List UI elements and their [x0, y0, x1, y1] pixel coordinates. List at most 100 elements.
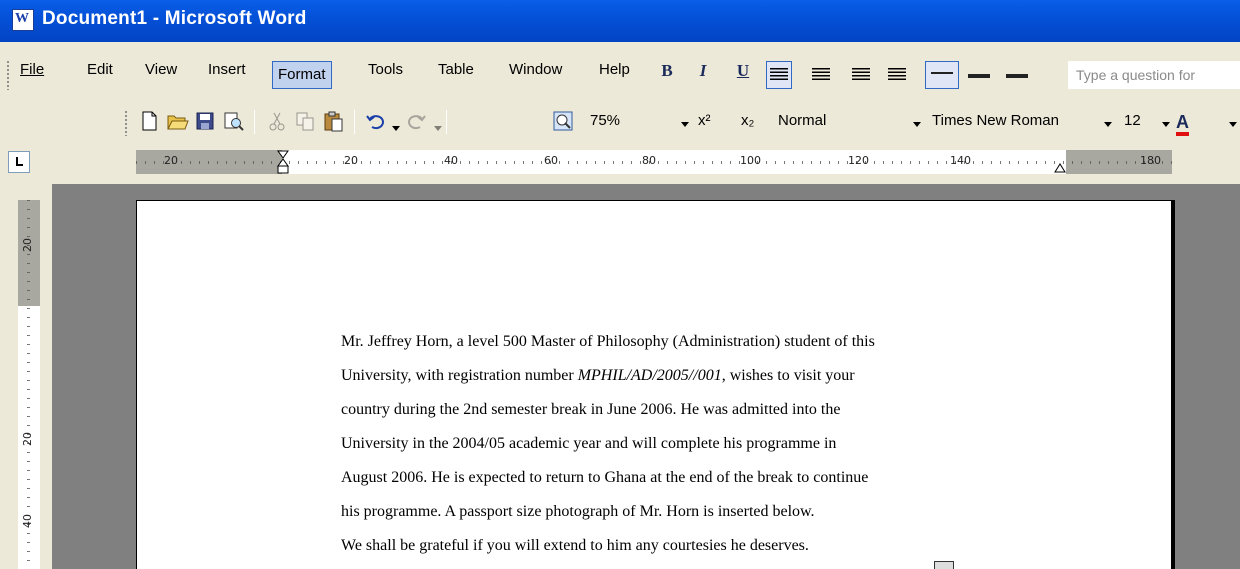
- menu-table[interactable]: Table: [433, 61, 479, 89]
- align-right-icon[interactable]: [852, 68, 870, 82]
- font-color-button[interactable]: A: [1176, 112, 1189, 136]
- save-button[interactable]: [192, 107, 218, 135]
- font-color-dropdown-icon[interactable]: [1229, 122, 1237, 127]
- open-button[interactable]: [164, 107, 190, 135]
- font-box[interactable]: Times New Roman: [932, 112, 1059, 136]
- menu-window-label: Window: [509, 61, 563, 78]
- superscript-button[interactable]: x²: [698, 112, 711, 136]
- vertical-ruler[interactable]: 20 20 40: [18, 200, 40, 569]
- text-line[interactable]: University in the 2004/05 academic year …: [341, 427, 1041, 461]
- menu-view[interactable]: View: [140, 61, 182, 89]
- standard-toolbar: 75% x² x₂ Normal Times New Roman 12 A: [0, 100, 1240, 144]
- ruler-label: 100: [740, 154, 761, 167]
- menu-tools[interactable]: Tools: [363, 61, 408, 89]
- justify-icon[interactable]: [888, 68, 906, 82]
- menubar-grip[interactable]: [6, 60, 10, 90]
- text-line[interactable]: country during the 2nd semester break in…: [341, 393, 1041, 427]
- toolbar-separator: [354, 110, 355, 134]
- ruler-label: 20: [344, 154, 358, 167]
- menu-edit[interactable]: Edit: [82, 61, 118, 89]
- ask-question-box[interactable]: Type a question for: [1068, 61, 1240, 89]
- redo-button[interactable]: [404, 107, 430, 135]
- vertical-ruler-bar: 20 20 40: [0, 184, 52, 569]
- new-document-icon: [142, 111, 157, 131]
- text-line[interactable]: his programme. A passport size photograp…: [341, 495, 1041, 529]
- underline-button[interactable]: U: [730, 61, 756, 89]
- text-run: , wishes to visit your: [721, 367, 855, 384]
- italic-button[interactable]: I: [690, 61, 716, 89]
- ruler-label: 80: [642, 154, 656, 167]
- text-line[interactable]: We shall be grateful if you will extend …: [341, 529, 1041, 563]
- redo-icon: [408, 115, 426, 130]
- registration-number: MPHIL/AD/2005//001: [577, 367, 722, 384]
- text-line[interactable]: University, with registration number MPH…: [341, 359, 1041, 393]
- menu-insert-label: Insert: [208, 61, 246, 78]
- font-size-dropdown-icon[interactable]: [1162, 122, 1170, 127]
- left-indent-marker[interactable]: [277, 150, 289, 174]
- align-center-icon[interactable]: [812, 68, 830, 82]
- ruler-label: 60: [544, 154, 558, 167]
- paste-options-icon[interactable]: [934, 561, 954, 569]
- line-spacing-double-icon[interactable]: [1006, 74, 1028, 78]
- undo-button[interactable]: [362, 107, 388, 135]
- title-bar: Document1 - Microsoft Word: [0, 0, 1240, 42]
- paste-icon: [324, 111, 343, 132]
- text-run: University, with registration number: [341, 367, 578, 384]
- menu-help-label: Help: [599, 61, 630, 78]
- zoom-dropdown-icon[interactable]: [681, 122, 689, 127]
- menu-tools-label: Tools: [368, 61, 404, 78]
- vertical-ruler-label: 20: [21, 432, 34, 446]
- menu-window[interactable]: Window: [504, 61, 567, 89]
- ruler-label: 120: [848, 154, 869, 167]
- undo-icon: [366, 115, 384, 130]
- align-left-icon: [770, 68, 788, 82]
- menu-insert[interactable]: Insert: [203, 61, 251, 89]
- command-bars: File Edit View Insert Format Tools Table…: [0, 42, 1240, 144]
- redo-dropdown-icon[interactable]: [434, 126, 442, 131]
- document-page[interactable]: Mr. Jeffrey Horn, a level 500 Master of …: [136, 200, 1172, 569]
- text-line[interactable]: August 2006. He is expected to return to…: [341, 461, 1041, 495]
- zoom-button[interactable]: [550, 107, 576, 135]
- menu-format-label: Format: [278, 66, 326, 83]
- bold-button[interactable]: B: [654, 61, 680, 89]
- menu-view-label: View: [145, 61, 178, 78]
- scissors-icon: [269, 112, 285, 131]
- subscript-button[interactable]: x₂: [741, 112, 754, 136]
- print-preview-button[interactable]: [220, 107, 246, 135]
- style-box[interactable]: Normal: [778, 112, 826, 136]
- ruler-label: 40: [444, 154, 458, 167]
- text-line[interactable]: Mr. Jeffrey Horn, a level 500 Master of …: [341, 325, 1041, 359]
- menu-file[interactable]: File: [15, 61, 49, 89]
- print-preview-icon: [224, 112, 244, 131]
- save-icon: [196, 112, 214, 130]
- font-size-box[interactable]: 12: [1124, 112, 1141, 136]
- right-indent-marker[interactable]: [1054, 150, 1066, 174]
- word-app-icon[interactable]: [12, 9, 34, 31]
- style-dropdown-icon[interactable]: [913, 122, 921, 127]
- toolbar-grip[interactable]: [124, 110, 128, 136]
- menu-bar: File Edit View Insert Format Tools Table…: [0, 42, 1240, 100]
- ruler-label: 180: [1140, 154, 1161, 167]
- menu-help[interactable]: Help: [594, 61, 635, 89]
- menu-format[interactable]: Format: [272, 61, 332, 89]
- zoom-box[interactable]: 75%: [590, 112, 620, 136]
- menu-edit-label: Edit: [87, 61, 113, 78]
- paste-button[interactable]: [320, 107, 346, 135]
- toolbar-separator: [446, 110, 447, 134]
- menu-file-label: File: [20, 61, 45, 78]
- tab-selector-icon[interactable]: [8, 151, 30, 173]
- vertical-ruler-label: 20: [21, 238, 34, 252]
- ruler-label: 140: [950, 154, 971, 167]
- document-body[interactable]: Mr. Jeffrey Horn, a level 500 Master of …: [341, 325, 1041, 563]
- ruler-label: 20: [164, 154, 178, 167]
- copy-button[interactable]: [292, 107, 318, 135]
- copy-icon: [296, 112, 314, 131]
- horizontal-ruler[interactable]: 20 20 40 60 80 100 120 140 180: [136, 150, 1172, 174]
- undo-dropdown-icon[interactable]: [392, 126, 400, 131]
- font-dropdown-icon[interactable]: [1104, 122, 1112, 127]
- line-spacing-15-icon[interactable]: [968, 74, 990, 78]
- ruler-bar: 20 20 40 60 80 100 120 140 180: [0, 144, 1240, 184]
- new-document-button[interactable]: [136, 107, 162, 135]
- cut-button[interactable]: [264, 107, 290, 135]
- vertical-ruler-label: 40: [21, 514, 34, 528]
